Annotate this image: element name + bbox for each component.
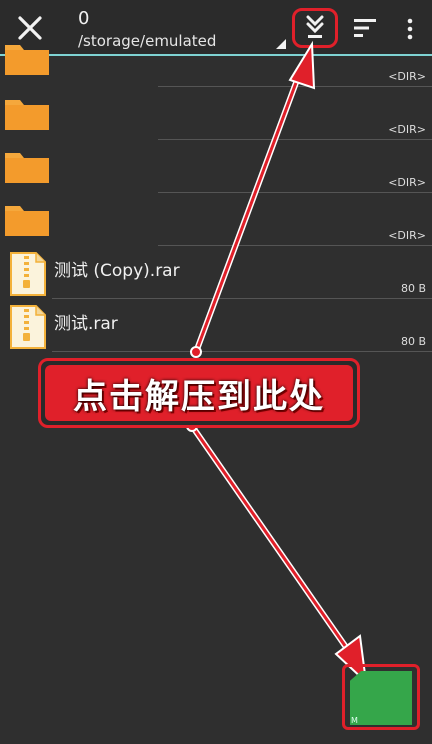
list-item[interactable]: 测试.rar 80 B <box>0 299 432 352</box>
file-list: <DIR> <DIR> <DIR> <DIR> 测试 (Copy).rar 80… <box>0 45 432 352</box>
list-item[interactable]: <DIR> <box>0 193 432 246</box>
item-meta: <DIR> <box>388 229 426 242</box>
callout-body: 点击解压到此处 <box>45 365 353 421</box>
item-meta: <DIR> <box>388 176 426 189</box>
item-meta: 80 B <box>400 282 426 295</box>
folder-icon <box>5 45 49 75</box>
file-name: 测试.rar <box>54 314 118 334</box>
folder-icon <box>5 100 49 130</box>
archive-file-icon <box>10 305 46 349</box>
sort-icon[interactable] <box>354 18 378 38</box>
item-meta: <DIR> <box>388 70 426 83</box>
current-path[interactable]: /storage/emulated <box>78 32 216 50</box>
item-meta: 80 B <box>400 335 426 348</box>
close-icon[interactable] <box>14 12 46 44</box>
folder-icon <box>5 206 49 236</box>
app-bar: 0 /storage/emulated <box>0 0 432 56</box>
file-name: 测试 (Copy).rar <box>54 261 180 281</box>
fab-highlight-frame: M <box>342 664 420 730</box>
list-item[interactable]: <DIR> <box>0 140 432 193</box>
path-dropdown-indicator[interactable] <box>276 39 286 49</box>
arrow-to-fab <box>186 420 368 685</box>
extract-here-icon <box>306 15 324 38</box>
folder-icon <box>5 153 49 183</box>
extract-fab-button[interactable] <box>350 671 412 725</box>
item-meta: <DIR> <box>388 123 426 136</box>
selection-count: 0 <box>78 8 90 29</box>
list-item[interactable]: <DIR> <box>0 45 432 87</box>
annotation-callout: 点击解压到此处 <box>38 358 360 428</box>
list-item[interactable]: 测试 (Copy).rar 80 B <box>0 246 432 299</box>
callout-text: 点击解压到此处 <box>73 376 325 417</box>
list-item[interactable]: <DIR> <box>0 87 432 140</box>
more-vert-icon[interactable] <box>400 18 420 40</box>
archive-file-icon <box>10 252 46 296</box>
extract-here-button[interactable] <box>292 8 338 48</box>
fab-label: M <box>351 716 358 725</box>
